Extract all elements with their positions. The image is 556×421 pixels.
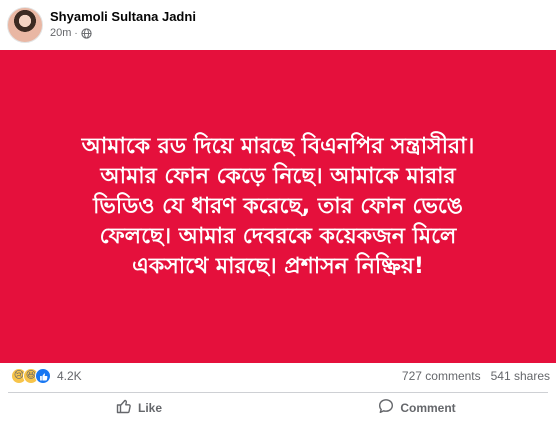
reactions-summary[interactable]: 😢 😆 4.2K bbox=[11, 368, 82, 384]
post-actions: Like Comment bbox=[0, 394, 556, 421]
thumbs-up-icon bbox=[116, 398, 132, 417]
reaction-count: 4.2K bbox=[57, 369, 82, 383]
post-text-line: ফেলছে। আমার দেবরকে কয়েকজন মিলে bbox=[99, 223, 457, 249]
post-text: আমাকে রড দিয়ে মারছে বিএনপির সন্ত্রাসীরা… bbox=[18, 132, 538, 282]
post-text-line: আমাকে রড দিয়ে মারছে বিএনপির সন্ত্রাসীরা… bbox=[81, 133, 475, 159]
like-reaction-icon bbox=[35, 368, 51, 384]
globe-icon bbox=[81, 27, 92, 39]
post-text-banner: আমাকে রড দিয়ে মারছে বিএনপির সন্ত্রাসীরা… bbox=[0, 50, 556, 363]
like-label: Like bbox=[137, 400, 162, 415]
post-card: Shyamoli Sultana Jadni 20m · আমাকে রড দি… bbox=[0, 0, 556, 421]
post-text-line: একসাথে মারছে। প্রশাসন নিষ্ক্রিয়! bbox=[132, 253, 424, 279]
post-text-line: আমার ফোন কেড়ে নিছে। আমাকে মারার bbox=[100, 163, 456, 189]
comment-icon bbox=[378, 398, 394, 417]
actions-divider bbox=[8, 392, 548, 393]
post-time[interactable]: 20m bbox=[50, 27, 71, 39]
meta-separator: · bbox=[74, 27, 78, 39]
comments-count[interactable]: 727 comments bbox=[402, 369, 481, 383]
post-text-line: ভিডিও যে ধারণ করেছে, তার ফোন ভেঙে bbox=[93, 193, 463, 219]
engagement-counts: 727 comments 541 shares bbox=[402, 369, 550, 383]
author-name[interactable]: Shyamoli Sultana Jadni bbox=[50, 9, 196, 24]
comment-button[interactable]: Comment bbox=[278, 394, 556, 421]
comment-label: Comment bbox=[400, 400, 456, 415]
shares-count[interactable]: 541 shares bbox=[491, 369, 550, 383]
post-header: Shyamoli Sultana Jadni 20m · bbox=[0, 0, 556, 46]
post-stats: 😢 😆 4.2K 727 comments 541 shares bbox=[0, 366, 556, 388]
like-button[interactable]: Like bbox=[0, 394, 278, 421]
author-avatar[interactable] bbox=[7, 7, 43, 43]
post-meta: 20m · bbox=[50, 27, 92, 39]
